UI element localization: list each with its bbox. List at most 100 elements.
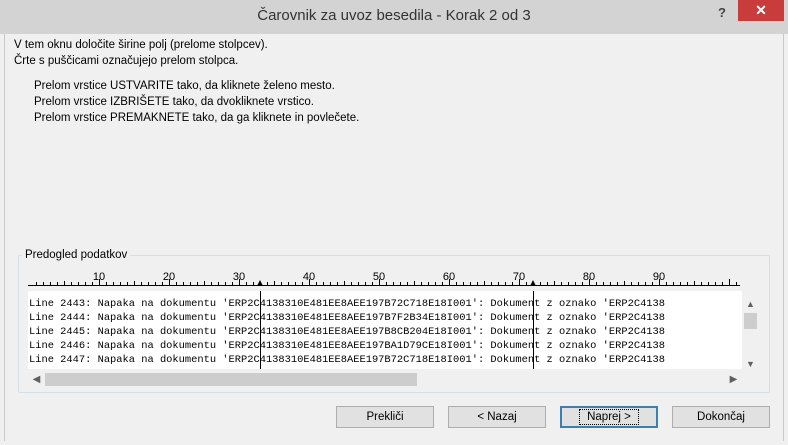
window-title: Čarovnik za uvoz besedila - Korak 2 od 3 xyxy=(257,7,531,24)
ruler-tick xyxy=(575,282,576,285)
column-ruler[interactable]: 10 20 30 40 50 60 70 80 90 xyxy=(28,270,748,290)
ruler-tick xyxy=(190,282,191,285)
ruler-tick xyxy=(155,282,156,285)
ruler-tick xyxy=(71,282,72,285)
instruction-line-1: V tem oknu določite širine polj (prelome… xyxy=(14,39,268,51)
ruler-tick xyxy=(708,282,709,285)
vertical-scroll-thumb[interactable] xyxy=(744,313,757,329)
cancel-button[interactable]: Prekliči xyxy=(336,406,434,428)
help-button[interactable]: ? xyxy=(711,3,733,23)
ruler-tick xyxy=(127,282,128,285)
ruler-tick xyxy=(57,282,58,285)
ruler-number: 50 xyxy=(372,271,386,283)
ruler-tick xyxy=(288,282,289,285)
back-button[interactable]: < Nazaj xyxy=(448,406,546,428)
ruler-tick xyxy=(505,282,506,285)
ruler-tick xyxy=(274,281,275,285)
data-preview-label: Predogled podatkov xyxy=(22,249,131,261)
ruler-tick xyxy=(113,282,114,285)
ruler-tick xyxy=(666,282,667,285)
next-button-label: Naprej > xyxy=(579,409,639,425)
ruler-tick xyxy=(435,282,436,285)
ruler-tick xyxy=(610,282,611,285)
cancel-button-label: Prekliči xyxy=(366,411,404,423)
ruler-tick xyxy=(344,281,345,285)
ruler-tick xyxy=(470,282,471,285)
ruler-tick xyxy=(687,282,688,285)
ruler-tick xyxy=(330,282,331,285)
scroll-down-icon[interactable]: ▼ xyxy=(742,357,759,371)
horizontal-scrollbar[interactable]: ◀ ▶ xyxy=(28,371,742,388)
ruler-tick xyxy=(365,282,366,285)
ruler-tick xyxy=(64,281,65,285)
column-break-arrow-icon[interactable] xyxy=(530,280,536,286)
title-bar: Čarovnik za uvoz besedila - Korak 2 od 3… xyxy=(0,0,788,34)
finish-button-label: Dokončaj xyxy=(697,411,745,423)
ruler-number: 10 xyxy=(92,271,106,283)
ruler-tick xyxy=(78,282,79,285)
ruler-tick xyxy=(540,282,541,285)
horizontal-scroll-thumb[interactable] xyxy=(45,373,417,386)
ruler-tick xyxy=(624,281,625,285)
data-preview-pane[interactable]: Line 2443: Napaka na dokumentu 'ERP2C413… xyxy=(28,291,742,369)
ruler-tick xyxy=(603,282,604,285)
ruler-tick xyxy=(491,282,492,285)
ruler-tick xyxy=(43,282,44,285)
ruler-tick xyxy=(561,282,562,285)
next-button[interactable]: Naprej > xyxy=(560,406,658,428)
ruler-tick xyxy=(638,282,639,285)
ruler-tick xyxy=(106,282,107,285)
ruler-tick xyxy=(351,282,352,285)
ruler-number: 90 xyxy=(652,271,666,283)
ruler-tick xyxy=(617,282,618,285)
ruler-number: 20 xyxy=(162,271,176,283)
ruler-tick xyxy=(680,282,681,285)
ruler-tick xyxy=(456,282,457,285)
ruler-tick xyxy=(197,282,198,285)
ruler-tick xyxy=(568,282,569,285)
ruler-number: 30 xyxy=(232,271,246,283)
ruler-tick xyxy=(722,282,723,285)
ruler-tick xyxy=(253,282,254,285)
hint-create: Prelom vrstice USTVARITE tako, da klikne… xyxy=(34,80,335,92)
ruler-tick xyxy=(204,281,205,285)
ruler-tick xyxy=(463,282,464,285)
close-button[interactable]: ✕ xyxy=(738,0,784,21)
vertical-scrollbar[interactable]: ▲ ▼ xyxy=(742,291,759,369)
ruler-tick xyxy=(477,282,478,285)
ruler-tick xyxy=(498,282,499,285)
ruler-tick xyxy=(645,282,646,285)
scroll-left-icon[interactable]: ◀ xyxy=(28,371,45,388)
ruler-tick xyxy=(386,282,387,285)
column-break-arrow-icon[interactable] xyxy=(257,280,263,286)
ruler-tick xyxy=(211,282,212,285)
hint-move: Prelom vrstice PREMAKNETE tako, da ga kl… xyxy=(34,112,360,124)
ruler-tick xyxy=(323,282,324,285)
preview-line: Line 2444: Napaka na dokumentu 'ERP2C413… xyxy=(29,312,666,324)
column-break-line[interactable] xyxy=(260,291,261,369)
ruler-tick xyxy=(400,282,401,285)
finish-button[interactable]: Dokončaj xyxy=(672,406,770,428)
ruler-tick xyxy=(134,281,135,285)
ruler-tick xyxy=(701,282,702,285)
ruler-tick xyxy=(36,282,37,285)
ruler-tick xyxy=(85,282,86,285)
ruler-tick xyxy=(547,282,548,285)
column-break-line[interactable] xyxy=(533,291,534,369)
ruler-tick xyxy=(50,282,51,285)
hint-delete: Prelom vrstice IZBRIŠETE tako, da dvokli… xyxy=(34,96,314,108)
ruler-number: 40 xyxy=(302,271,316,283)
ruler-tick xyxy=(218,282,219,285)
ruler-number: 80 xyxy=(582,271,596,283)
ruler-tick xyxy=(736,282,737,285)
ruler-tick xyxy=(484,281,485,285)
ruler-tick xyxy=(148,282,149,285)
scroll-up-icon[interactable]: ▲ xyxy=(742,297,759,311)
ruler-tick xyxy=(316,282,317,285)
scroll-right-icon[interactable]: ▶ xyxy=(725,371,742,388)
back-button-label: < Nazaj xyxy=(477,411,517,423)
ruler-tick xyxy=(267,282,268,285)
ruler-tick xyxy=(295,282,296,285)
ruler-tick xyxy=(673,282,674,285)
ruler-tick xyxy=(526,282,527,285)
